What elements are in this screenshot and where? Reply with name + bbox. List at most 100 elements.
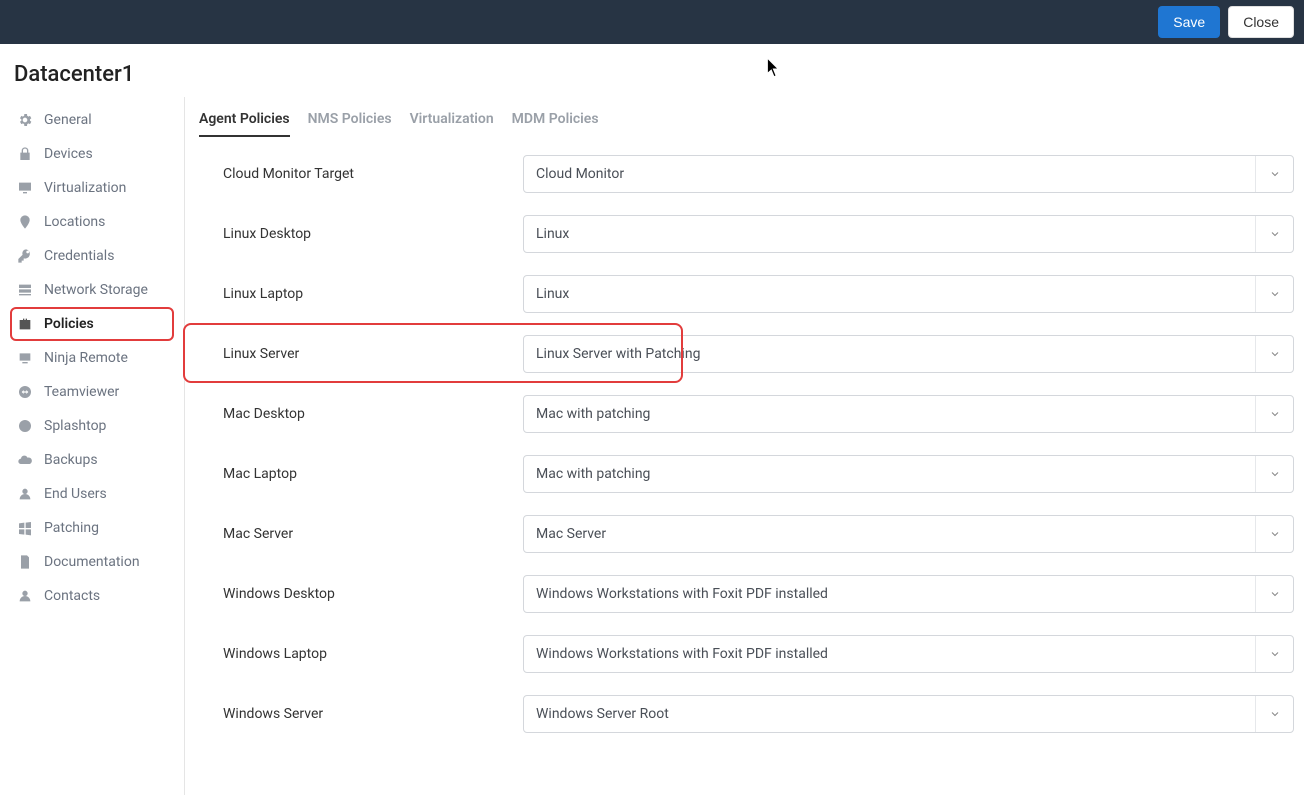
sidebar-item-backups[interactable]: Backups <box>10 443 174 477</box>
chevron-down-icon[interactable] <box>1255 456 1293 492</box>
gear-icon <box>16 111 34 129</box>
policy-row: Linux Server Linux Server with Patching <box>223 335 1294 373</box>
sidebar-item-label: Teamviewer <box>44 384 168 400</box>
policy-label: Linux Server <box>223 346 503 362</box>
policy-row: Linux Desktop Linux <box>223 215 1294 253</box>
sidebar-item-end-users[interactable]: End Users <box>10 477 174 511</box>
policy-select[interactable]: Linux <box>523 215 1294 253</box>
tab-mdm-policies[interactable]: MDM Policies <box>512 111 599 137</box>
chevron-down-icon[interactable] <box>1255 276 1293 312</box>
sidebar-item-label: Backups <box>44 452 168 468</box>
sidebar-item-contacts[interactable]: Contacts <box>10 579 174 613</box>
lock-icon <box>16 145 34 163</box>
policy-label: Cloud Monitor Target <box>223 166 503 182</box>
tab-agent-policies[interactable]: Agent Policies <box>199 111 290 137</box>
sidebar-item-label: Splashtop <box>44 418 168 434</box>
chevron-down-icon[interactable] <box>1255 396 1293 432</box>
policy-select[interactable]: Linux Server with Patching <box>523 335 1294 373</box>
sidebar-item-label: Devices <box>44 146 168 162</box>
sidebar-item-locations[interactable]: Locations <box>10 205 174 239</box>
top-bar: Save Close <box>0 0 1304 44</box>
sidebar-item-label: Contacts <box>44 588 168 604</box>
sidebar-item-virtualization[interactable]: Virtualization <box>10 171 174 205</box>
sidebar-item-label: Credentials <box>44 248 168 264</box>
policy-select-value: Windows Workstations with Foxit PDF inst… <box>536 586 1281 602</box>
close-button[interactable]: Close <box>1228 6 1294 38</box>
policy-select[interactable]: Mac with patching <box>523 455 1294 493</box>
policy-select-value: Windows Workstations with Foxit PDF inst… <box>536 646 1281 662</box>
policy-label: Mac Laptop <box>223 466 503 482</box>
sidebar-item-label: Documentation <box>44 554 168 570</box>
tab-nms-policies[interactable]: NMS Policies <box>308 111 392 137</box>
policy-row: Mac Server Mac Server <box>223 515 1294 553</box>
policy-row: Windows Desktop Windows Workstations with… <box>223 575 1294 613</box>
policy-row: Windows Laptop Windows Workstations with … <box>223 635 1294 673</box>
policy-label: Linux Laptop <box>223 286 503 302</box>
policy-select-value: Mac with patching <box>536 406 1281 422</box>
tab-virtualization[interactable]: Virtualization <box>410 111 494 137</box>
pin-icon <box>16 213 34 231</box>
sidebar-item-label: Locations <box>44 214 168 230</box>
policy-row: Mac Desktop Mac with patching <box>223 395 1294 433</box>
policy-select[interactable]: Cloud Monitor <box>523 155 1294 193</box>
policy-select[interactable]: Mac with patching <box>523 395 1294 433</box>
sidebar-item-ninja-remote[interactable]: Ninja Remote <box>10 341 174 375</box>
tabs: Agent Policies NMS Policies Virtualization… <box>199 111 1294 137</box>
policy-row: Windows Server Windows Server Root <box>223 695 1294 733</box>
page-title-area: Datacenter1 <box>0 44 1304 97</box>
chevron-down-icon[interactable] <box>1255 696 1293 732</box>
policy-select-value: Linux <box>536 286 1281 302</box>
policy-row: Linux Laptop Linux <box>223 275 1294 313</box>
doc-icon <box>16 553 34 571</box>
policy-select-value: Cloud Monitor <box>536 166 1281 182</box>
policy-select[interactable]: Windows Server Root <box>523 695 1294 733</box>
policy-label: Mac Server <box>223 526 503 542</box>
policy-label: Windows Laptop <box>223 646 503 662</box>
sidebar-item-splashtop[interactable]: Splashtop <box>10 409 174 443</box>
teamviewer-icon <box>16 383 34 401</box>
splashtop-icon <box>16 417 34 435</box>
sidebar-item-devices[interactable]: Devices <box>10 137 174 171</box>
page-title: Datacenter1 <box>14 62 1290 87</box>
cloud-icon <box>16 451 34 469</box>
person-icon <box>16 587 34 605</box>
policy-label: Windows Desktop <box>223 586 503 602</box>
chevron-down-icon[interactable] <box>1255 156 1293 192</box>
chevron-down-icon[interactable] <box>1255 516 1293 552</box>
policy-label: Linux Desktop <box>223 226 503 242</box>
sidebar-item-teamviewer[interactable]: Teamviewer <box>10 375 174 409</box>
sidebar-item-label: Network Storage <box>44 282 168 298</box>
sidebar-item-credentials[interactable]: Credentials <box>10 239 174 273</box>
chevron-down-icon[interactable] <box>1255 336 1293 372</box>
policy-select-value: Mac Server <box>536 526 1281 542</box>
chevron-down-icon[interactable] <box>1255 576 1293 612</box>
remote-icon <box>16 349 34 367</box>
windows-icon <box>16 519 34 537</box>
chevron-down-icon[interactable] <box>1255 636 1293 672</box>
save-button[interactable]: Save <box>1158 6 1220 38</box>
policy-select-value: Mac with patching <box>536 466 1281 482</box>
policy-select[interactable]: Windows Workstations with Foxit PDF inst… <box>523 635 1294 673</box>
policy-label: Windows Server <box>223 706 503 722</box>
briefcase-icon <box>16 315 34 333</box>
sidebar-item-patching[interactable]: Patching <box>10 511 174 545</box>
policy-select-value: Windows Server Root <box>536 706 1281 722</box>
policy-label: Mac Desktop <box>223 406 503 422</box>
policy-select-value: Linux Server with Patching <box>536 346 1281 362</box>
policy-select-value: Linux <box>536 226 1281 242</box>
sidebar-item-policies[interactable]: Policies <box>10 307 174 341</box>
sidebar-item-general[interactable]: General <box>10 103 174 137</box>
sidebar: General Devices Virtualization Locations Cre… <box>0 97 185 795</box>
sidebar-item-label: Policies <box>44 316 168 332</box>
chevron-down-icon[interactable] <box>1255 216 1293 252</box>
policy-select[interactable]: Linux <box>523 275 1294 313</box>
person-icon <box>16 485 34 503</box>
policy-select[interactable]: Mac Server <box>523 515 1294 553</box>
sidebar-item-label: Virtualization <box>44 180 168 196</box>
sidebar-item-documentation[interactable]: Documentation <box>10 545 174 579</box>
policy-select[interactable]: Windows Workstations with Foxit PDF inst… <box>523 575 1294 613</box>
policy-row: Cloud Monitor Target Cloud Monitor <box>223 155 1294 193</box>
sidebar-item-network-storage[interactable]: Network Storage <box>10 273 174 307</box>
sidebar-item-label: Ninja Remote <box>44 350 168 366</box>
key-icon <box>16 247 34 265</box>
